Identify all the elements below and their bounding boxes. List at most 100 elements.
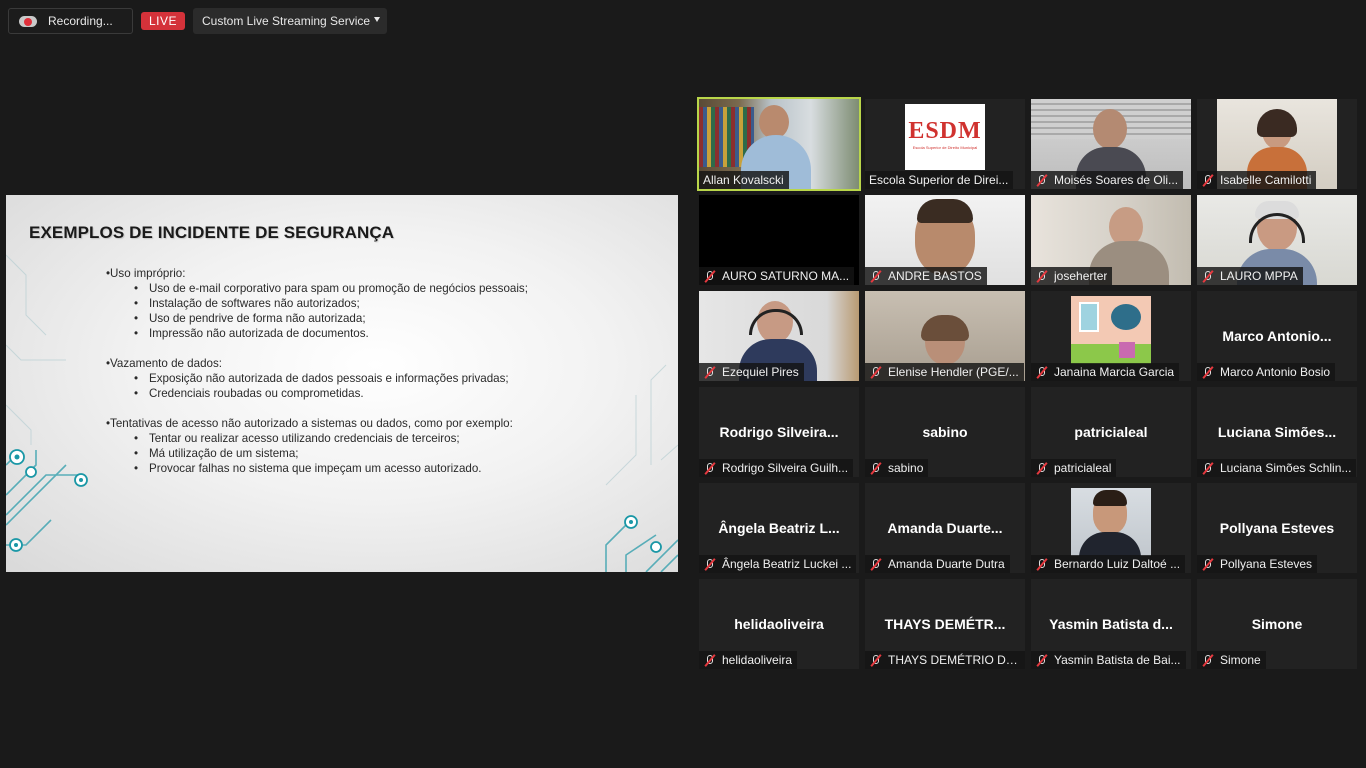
participant-tile[interactable]: LAURO MPPA [1197,195,1357,285]
participant-name: Allan Kovalscki [703,173,784,187]
participant-display-name: patricialeal [1074,424,1148,440]
participant-tile[interactable]: helidaoliveira helidaoliveira [699,579,859,669]
participant-tile[interactable]: Bernardo Luiz Daltoé ... [1031,483,1191,573]
mic-muted-icon [703,270,716,283]
participant-display-name: Simone [1251,616,1303,632]
list-item: • Instalação de softwares não autorizados… [134,297,360,310]
participant-name-tag: Luciana Simões Schlin... [1197,459,1357,477]
mic-muted-icon [869,366,882,379]
participant-name: joseherter [1054,269,1108,283]
participant-tile[interactable]: THAYS DEMÉTR... THAYS DEMÉTRIO DA... [865,579,1025,669]
participant-name-tag: Yasmin Batista de Bai... [1031,651,1186,669]
participant-name-tag: Bernardo Luiz Daltoé ... [1031,555,1186,573]
participant-name-tag: Allan Kovalscki [699,171,789,189]
participant-name: Amanda Duarte Dutra [888,557,1005,571]
mic-muted-icon [1035,558,1048,571]
participant-name: ANDRE BASTOS [888,269,982,283]
list-item: • Uso de e-mail corporativo para spam ou … [134,282,528,295]
participant-display-name: Amanda Duarte... [887,520,1003,536]
participant-name: Moisés Soares de Oli... [1054,173,1179,187]
participant-name-tag: Pollyana Esteves [1197,555,1318,573]
participant-tile[interactable]: Ezequiel Pires [699,291,859,381]
mic-muted-icon [869,462,882,475]
participant-tile[interactable]: AURO SATURNO MA... [699,195,859,285]
recording-label: Recording... [48,14,113,28]
participant-name: AURO SATURNO MA... [722,269,850,283]
participant-tile[interactable]: Pollyana Esteves Pollyana Esteves [1197,483,1357,573]
participant-name-tag: helidaoliveira [699,651,798,669]
participant-name: Yasmin Batista de Bai... [1054,653,1181,667]
mic-muted-icon [1035,366,1048,379]
participant-tile[interactable]: ANDRE BASTOS [865,195,1025,285]
participant-name: LAURO MPPA [1220,269,1298,283]
participant-name-tag: AURO SATURNO MA... [699,267,855,285]
participant-name-tag: Ezequiel Pires [699,363,804,381]
mic-muted-icon [1035,654,1048,667]
list-item: • Credenciais roubadas ou comprometidas. [134,387,364,400]
participant-tile[interactable]: Isabelle Camilotti [1197,99,1357,189]
recording-indicator[interactable]: Recording... [8,8,133,34]
participant-display-name: Ângela Beatriz L... [718,520,840,536]
participant-name-tag: LAURO MPPA [1197,267,1303,285]
mic-muted-icon [703,462,716,475]
mic-muted-icon [1035,462,1048,475]
participant-name: helidaoliveira [722,653,793,667]
mic-muted-icon [1035,270,1048,283]
cloud-recording-icon [19,14,37,28]
slide-title: EXEMPLOS DE INCIDENTE DE SEGURANÇA [29,223,395,242]
participant-tile[interactable]: Yasmin Batista d... Yasmin Batista de Bai… [1031,579,1191,669]
participant-tile[interactable]: Allan Kovalscki [697,97,861,191]
participant-tile[interactable]: Simone Simone [1197,579,1357,669]
participant-tile[interactable]: joseherter [1031,195,1191,285]
list-item: • Exposição não autorizada de dados pesso… [134,372,509,385]
participant-name-tag: Moisés Soares de Oli... [1031,171,1184,189]
mic-muted-icon [1201,366,1214,379]
list-item: • Má utilização de um sistema; [134,447,299,460]
participant-name-tag: Isabelle Camilotti [1197,171,1317,189]
section-heading: •Vazamento de dados: [106,357,222,370]
live-badge[interactable]: LIVE [141,12,185,30]
participant-tile[interactable]: Ângela Beatriz L... Ângela Beatriz Luckei… [699,483,859,573]
participant-tile[interactable]: Moisés Soares de Oli... [1031,99,1191,189]
streaming-service-label: Custom Live Streaming Service [202,14,371,28]
list-item: • Uso de pendrive de forma não autorizada… [134,312,366,325]
participant-name-tag: patricialeal [1031,459,1117,477]
mic-muted-icon [1201,654,1214,667]
participant-name-tag: joseherter [1031,267,1113,285]
participant-display-name: Rodrigo Silveira... [719,424,839,440]
participant-tile[interactable]: sabino sabino [865,387,1025,477]
participant-name-tag: Elenise Hendler (PGE/... [865,363,1024,381]
mic-muted-icon [703,558,716,571]
mic-muted-icon [1201,174,1214,187]
mic-muted-icon [869,558,882,571]
participant-display-name: Marco Antonio... [1222,328,1332,344]
participant-tile[interactable]: Amanda Duarte... Amanda Duarte Dutra [865,483,1025,573]
slide-section: •Uso impróprio: • Uso de e-mail corporati… [106,266,666,341]
participant-tile[interactable]: Rodrigo Silveira... Rodrigo Silveira Guil… [699,387,859,477]
participant-name-tag: THAYS DEMÉTRIO DA... [865,651,1025,669]
slide-section: •Vazamento de dados: • Exposição não auto… [106,356,666,401]
chevron-down-icon [374,17,380,22]
participant-tile[interactable]: patricialeal patricialeal [1031,387,1191,477]
participant-tile[interactable]: Marco Antonio... Marco Antonio Bosio [1197,291,1357,381]
participant-name: Marco Antonio Bosio [1220,365,1331,379]
mic-muted-icon [1201,270,1214,283]
mic-muted-icon [1201,462,1214,475]
participant-name: Janaina Marcia Garcia [1054,365,1175,379]
mic-muted-icon [703,654,716,667]
streaming-service-dropdown[interactable]: Custom Live Streaming Service [193,8,387,34]
mic-muted-icon [869,270,882,283]
participant-display-name: helidaoliveira [734,616,824,632]
participant-tile[interactable]: Luciana Simões... Luciana Simões Schlin..… [1197,387,1357,477]
participant-name: Pollyana Esteves [1220,557,1313,571]
participant-name-tag: Amanda Duarte Dutra [865,555,1010,573]
participant-tile[interactable]: Janaina Marcia Garcia [1031,291,1191,381]
section-heading: •Tentativas de acesso não autorizado a s… [106,417,513,430]
participant-tile[interactable]: Elenise Hendler (PGE/... [865,291,1025,381]
participant-name-tag: Janaina Marcia Garcia [1031,363,1180,381]
participant-name-tag: sabino [865,459,929,477]
participant-name: Escola Superior de Direi... [869,173,1009,187]
participant-tile[interactable]: ESDM Escola Superior de Direito Municipal… [865,99,1025,189]
participant-name-tag: Simone [1197,651,1266,669]
slide-body: •Uso impróprio: • Uso de e-mail corporati… [106,266,666,491]
